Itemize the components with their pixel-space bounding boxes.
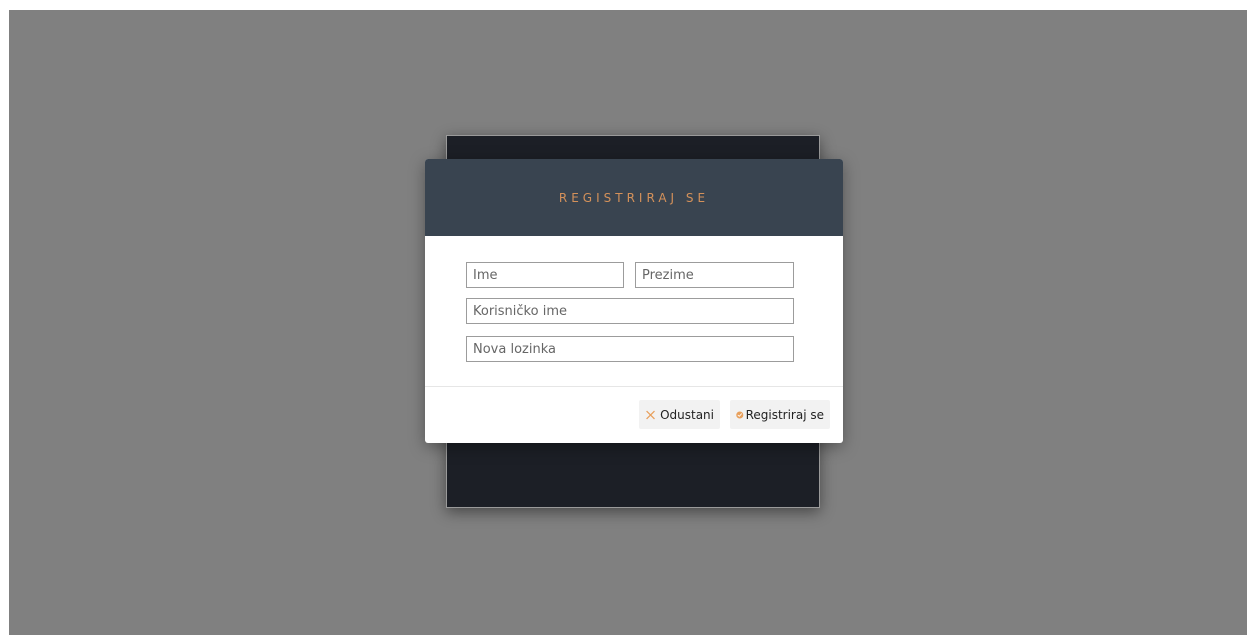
close-icon (646, 410, 655, 419)
register-button-label: Registriraj se (745, 407, 824, 422)
modal-header: REGISTRIRAJ SE (425, 159, 843, 236)
footer-divider (425, 386, 843, 387)
cancel-button-label: Odustani (660, 407, 714, 422)
modal-title: REGISTRIRAJ SE (558, 190, 710, 205)
register-button[interactable]: Registriraj se (730, 400, 830, 429)
username-input[interactable] (466, 298, 794, 324)
new-password-input[interactable] (466, 336, 794, 362)
cancel-button[interactable]: Odustani (639, 400, 720, 429)
check-circle-icon (736, 410, 744, 419)
first-name-input[interactable] (466, 262, 624, 288)
last-name-input[interactable] (635, 262, 794, 288)
register-modal: REGISTRIRAJ SE Odustani Registriraj se (425, 159, 843, 443)
